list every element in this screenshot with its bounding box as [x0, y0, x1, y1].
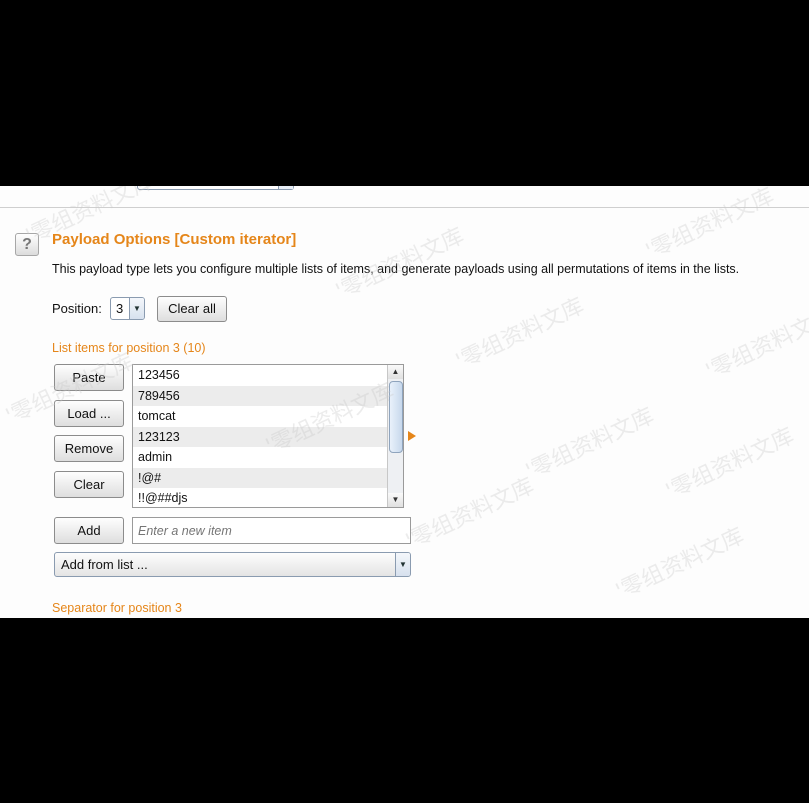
chevron-down-icon: ▼: [129, 298, 144, 319]
list-item[interactable]: admin: [133, 447, 389, 468]
clear-all-button[interactable]: Clear all: [157, 296, 227, 322]
payload-options-panel: ? Payload Options [Custom iterator] This…: [0, 186, 809, 618]
watermark: '零组资料文库: [702, 303, 809, 385]
watermark: '零组资料文库: [612, 523, 748, 605]
list-items-header: List items for position 3 (10): [52, 341, 206, 355]
section-divider: [0, 207, 809, 208]
scroll-thumb[interactable]: [389, 381, 403, 453]
section-description: This payload type lets you configure mul…: [52, 262, 740, 276]
triangle-down-icon[interactable]: ▼: [388, 493, 403, 507]
chevron-down-icon: ▼: [395, 553, 410, 576]
watermark: '零组资料文库: [402, 473, 538, 555]
help-icon[interactable]: ?: [15, 233, 39, 256]
add-button[interactable]: Add: [54, 517, 124, 544]
clear-button[interactable]: Clear: [54, 471, 124, 498]
remove-button[interactable]: Remove: [54, 435, 124, 462]
list-item[interactable]: 123123: [133, 426, 389, 447]
new-item-input[interactable]: [132, 517, 411, 544]
load-button[interactable]: Load ...: [54, 400, 124, 427]
add-from-list-select[interactable]: Add from list ... ▼: [54, 552, 411, 577]
list-item[interactable]: !!@##djs: [133, 488, 389, 507]
position-value: 3: [116, 301, 124, 316]
position-select[interactable]: 3 ▼: [110, 297, 145, 320]
watermark: '零组资料文库: [452, 293, 588, 375]
position-label: Position:: [52, 301, 102, 316]
list-item[interactable]: 789456: [133, 385, 389, 406]
list-item[interactable]: 123456: [133, 365, 389, 386]
watermark: '零组资料文库: [642, 186, 778, 265]
previous-dropdown-edge[interactable]: [137, 186, 294, 190]
add-from-list-value: Add from list ...: [61, 557, 148, 572]
watermark: '零组资料文库: [522, 403, 658, 485]
list-scrollbar[interactable]: ▲ ▼: [387, 365, 403, 507]
items-list[interactable]: 123456 789456 tomcat 123123 admin !@# !!…: [132, 364, 404, 508]
section-title: Payload Options [Custom iterator]: [52, 231, 297, 248]
paste-button[interactable]: Paste: [54, 364, 124, 391]
triangle-up-icon[interactable]: ▲: [388, 365, 403, 379]
separator-header: Separator for position 3: [52, 601, 182, 615]
list-item[interactable]: tomcat: [133, 406, 389, 427]
list-item[interactable]: !@#: [133, 467, 389, 488]
triangle-right-icon[interactable]: [408, 431, 416, 441]
watermark: '零组资料文库: [662, 423, 798, 505]
